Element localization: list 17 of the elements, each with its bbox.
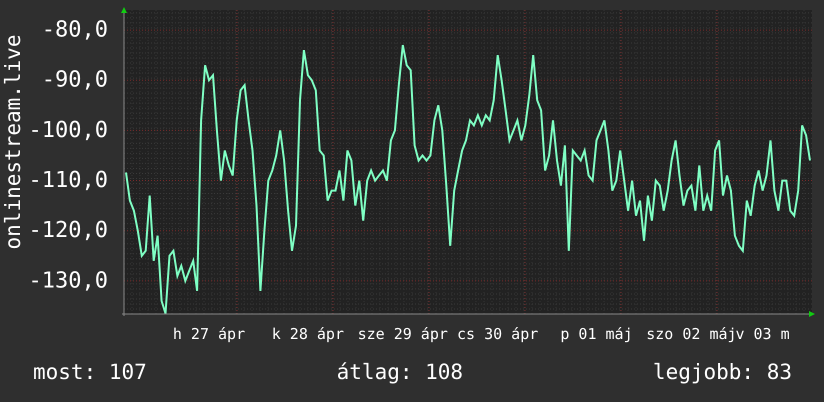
- y-tick-label: -120,0: [28, 218, 108, 244]
- x-tick-label: k 28 ápr: [272, 325, 344, 343]
- y-tick-label: -80,0: [42, 18, 108, 43]
- y-tick-label: -110,0: [28, 168, 108, 194]
- x-tick-label: cs 30 ápr: [457, 325, 538, 343]
- x-tick-label: p 01 máj: [560, 325, 633, 343]
- x-tick-label: v 03 m: [735, 325, 790, 343]
- x-tick-label: sze 29 ápr: [358, 325, 448, 343]
- x-tick-label: szo 02 máj: [646, 325, 737, 343]
- stat-text: átlag: 108: [336, 360, 464, 384]
- x-tick-label: h 27 ápr: [172, 325, 246, 343]
- y-tick-label: -90,0: [42, 68, 108, 93]
- y-tick-label: -130,0: [28, 268, 108, 294]
- y-tick-label: -100,0: [28, 118, 108, 143]
- stat-text: legjobb: 83: [652, 360, 792, 384]
- stat-text: most: 107: [33, 360, 147, 384]
- y-axis-title: onlinestream.live: [1, 34, 25, 250]
